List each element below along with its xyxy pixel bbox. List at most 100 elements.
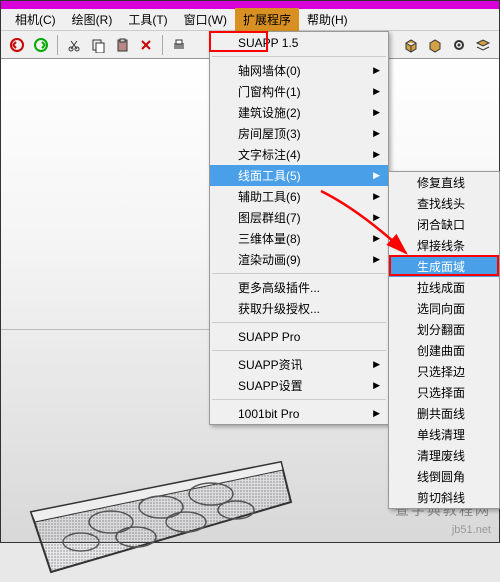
menu-item-label: SUAPP资讯 [238, 356, 303, 373]
submenu-item[interactable]: 清理废线 [389, 445, 499, 466]
submenu-item[interactable]: 删共面线 [389, 403, 499, 424]
submenu-item-label: 修复直线 [417, 174, 465, 191]
redo-icon[interactable] [31, 35, 51, 55]
submenu-item[interactable]: 单线清理 [389, 424, 499, 445]
submenu-item-label: 剪切斜线 [417, 489, 465, 506]
submenu-arrow-icon: ▶ [373, 107, 380, 118]
submenu-item[interactable]: 创建曲面 [389, 340, 499, 361]
menu-item[interactable]: 房间屋顶(3) ▶ [210, 123, 388, 144]
submenu-item-label: 生成面域 [417, 258, 465, 275]
menu-item[interactable]: 三维体量(8) ▶ [210, 228, 388, 249]
menu-item-label: 文字标注(4) [238, 146, 301, 163]
submenu-arrow-icon: ▶ [373, 380, 380, 391]
submenu-item-label: 划分翻面 [417, 321, 465, 338]
submenu-arrow-icon: ▶ [373, 408, 380, 419]
submenu-arrow-icon: ▶ [373, 170, 380, 181]
menu-item-label: 建筑设施(2) [238, 104, 301, 121]
submenu-item[interactable]: 闭合缺口 [389, 214, 499, 235]
submenu-item[interactable]: 只选择面 [389, 382, 499, 403]
submenu-arrow-icon: ▶ [373, 65, 380, 76]
menu-item[interactable]: 渲染动画(9) ▶ [210, 249, 388, 270]
menu-item-label: 线面工具(5) [238, 167, 301, 184]
menu-item-label: 更多高级插件... [238, 279, 320, 296]
menu-item-label: SUAPP设置 [238, 377, 303, 394]
menu-window[interactable]: 窗口(W) [176, 8, 235, 31]
submenu-arrow-icon: ▶ [373, 254, 380, 265]
menu-item[interactable]: SUAPP设置 ▶ [210, 375, 388, 396]
submenu-item[interactable]: 拉线成面 [389, 277, 499, 298]
delete-icon[interactable] [136, 35, 156, 55]
menu-item[interactable]: 获取升级授权... [210, 298, 388, 319]
submenu-item[interactable]: 只选择边 [389, 361, 499, 382]
menu-item[interactable]: SUAPP Pro [210, 326, 388, 347]
extensions-menu: SUAPP 1.5轴网墙体(0)▶门窗构件(1)▶建筑设施(2)▶房间屋顶(3)… [209, 31, 389, 425]
submenu-item[interactable]: 选同向面 [389, 298, 499, 319]
menu-item[interactable]: 辅助工具(6) ▶ [210, 186, 388, 207]
submenu-arrow-icon: ▶ [373, 128, 380, 139]
submenu-arrow-icon: ▶ [373, 359, 380, 370]
submenu-item-label: 闭合缺口 [417, 216, 465, 233]
menu-item[interactable]: SUAPP资讯 ▶ [210, 354, 388, 375]
submenu-item[interactable]: 剪切斜线 [389, 487, 499, 508]
menu-item[interactable]: 文字标注(4) ▶ [210, 144, 388, 165]
menu-help[interactable]: 帮助(H) [299, 8, 356, 31]
submenu-item-label: 焊接线条 [417, 237, 465, 254]
menu-item-label: SUAPP 1.5 [238, 36, 298, 50]
menu-item[interactable]: SUAPP 1.5 [210, 32, 388, 53]
print-icon[interactable] [169, 35, 189, 55]
submenu-item[interactable]: 划分翻面 [389, 319, 499, 340]
cut-icon[interactable] [64, 35, 84, 55]
menu-tools[interactable]: 工具(T) [120, 8, 175, 31]
submenu-arrow-icon: ▶ [373, 191, 380, 202]
submenu-arrow-icon: ▶ [373, 149, 380, 160]
submenu-item-label: 选同向面 [417, 300, 465, 317]
menu-extensions[interactable]: 扩展程序 [235, 8, 299, 31]
submenu-arrow-icon: ▶ [373, 86, 380, 97]
submenu-item[interactable]: 焊接线条 [389, 235, 499, 256]
submenu-item-label: 查找线头 [417, 195, 465, 212]
menu-draw[interactable]: 绘图(R) [64, 8, 121, 31]
menu-item-label: SUAPP Pro [238, 330, 300, 344]
submenu-item[interactable]: 生成面域 [389, 256, 499, 277]
menu-item-label: 房间屋顶(3) [238, 125, 301, 142]
undo-icon[interactable] [7, 35, 27, 55]
menu-item[interactable]: 更多高级插件... [210, 277, 388, 298]
submenu-item[interactable]: 修复直线 [389, 172, 499, 193]
menu-item[interactable]: 1001bit Pro ▶ [210, 403, 388, 424]
submenu-item-label: 只选择面 [417, 384, 465, 401]
submenu-item[interactable]: 查找线头 [389, 193, 499, 214]
menu-item-label: 三维体量(8) [238, 230, 301, 247]
menu-item-label: 轴网墙体(0) [238, 62, 301, 79]
menu-item[interactable]: 图层群组(7) ▶ [210, 207, 388, 228]
submenu-item-label: 创建曲面 [417, 342, 465, 359]
box2-icon[interactable] [425, 35, 445, 55]
menu-item[interactable]: 建筑设施(2) ▶ [210, 102, 388, 123]
menu-item-label: 渲染动画(9) [238, 251, 301, 268]
submenu-item[interactable]: 线倒圆角 [389, 466, 499, 487]
gear-icon[interactable] [449, 35, 469, 55]
submenu-item-label: 只选择边 [417, 363, 465, 380]
submenu-item-label: 拉线成面 [417, 279, 465, 296]
submenu-arrow-icon: ▶ [373, 212, 380, 223]
paste-icon[interactable] [112, 35, 132, 55]
submenu-item-label: 线倒圆角 [417, 468, 465, 485]
menu-item-label: 获取升级授权... [238, 300, 320, 317]
menu-item-label: 图层群组(7) [238, 209, 301, 226]
layer-icon[interactable] [473, 35, 493, 55]
copy-icon[interactable] [88, 35, 108, 55]
menu-item[interactable]: 轴网墙体(0) ▶ [210, 60, 388, 81]
menu-item[interactable]: 门窗构件(1) ▶ [210, 81, 388, 102]
line-tools-submenu: 修复直线查找线头闭合缺口焊接线条生成面域拉线成面选同向面划分翻面创建曲面只选择边… [388, 171, 500, 509]
menu-camera[interactable]: 相机(C) [7, 8, 64, 31]
submenu-arrow-icon: ▶ [373, 233, 380, 244]
menu-item-label: 辅助工具(6) [238, 188, 301, 205]
menu-item-label: 门窗构件(1) [238, 83, 301, 100]
menubar: 相机(C) 绘图(R) 工具(T) 窗口(W) 扩展程序 帮助(H) [1, 9, 499, 31]
submenu-item-label: 删共面线 [417, 405, 465, 422]
box-icon[interactable] [401, 35, 421, 55]
submenu-item-label: 清理废线 [417, 447, 465, 464]
menu-item[interactable]: 线面工具(5) ▶ [210, 165, 388, 186]
submenu-item-label: 单线清理 [417, 426, 465, 443]
watermark-site: jb51.net [452, 524, 491, 536]
menu-item-label: 1001bit Pro [238, 407, 299, 421]
